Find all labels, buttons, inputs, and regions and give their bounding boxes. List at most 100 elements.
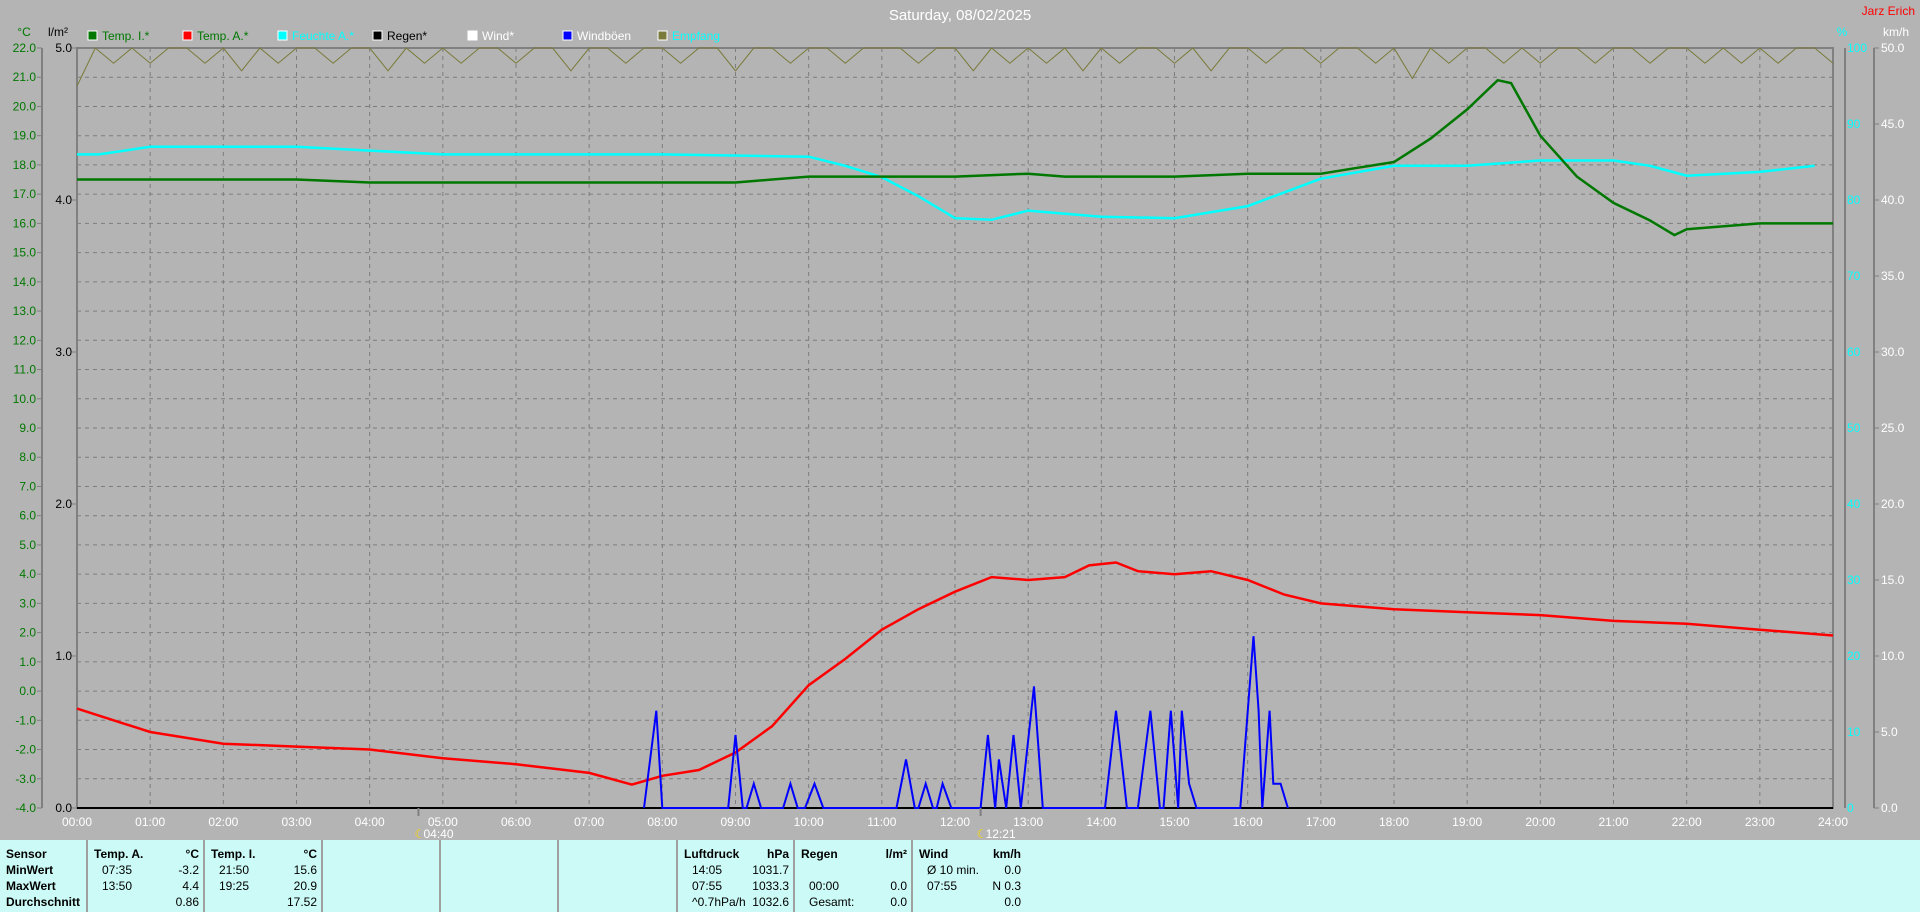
value-cell: 20.9	[293, 879, 317, 893]
rain-tick-label: 2.0	[55, 497, 72, 511]
rain-axis-label: l/m²	[48, 25, 68, 39]
legend-label: Temp. I.*	[102, 29, 150, 43]
temp-tick-label: 20.0	[13, 99, 37, 113]
author-label: Jarz Erich	[1862, 4, 1915, 18]
legend-swatch	[372, 30, 383, 41]
time-cell	[211, 894, 287, 910]
col-wind: Wind km/h Ø 10 min. 0.0 07:55 N 0.3 0.0	[913, 840, 1025, 912]
wind-tick-label: 15.0	[1881, 573, 1905, 587]
table-row: Ø 10 min. 0.0	[919, 862, 1021, 878]
wind-tick-label: 10.0	[1881, 649, 1905, 663]
legend-swatch	[87, 30, 98, 41]
time-cell: 13:50	[102, 879, 133, 893]
legend-item: Regen*	[372, 29, 427, 43]
empty-col	[559, 840, 678, 912]
temp-tick-label: 2.0	[19, 626, 36, 640]
temp-tick-label: -2.0	[15, 743, 36, 757]
table-row: 0.86	[94, 894, 199, 910]
table-row: 21:50 15.6	[211, 862, 317, 878]
temp-tick-label: 17.0	[13, 187, 37, 201]
col-pressure: Luftdruck hPa 14:05 1031.7 07:55 1033.3 ^0.7hP…	[678, 840, 795, 912]
rain-tick-label: 5.0	[55, 41, 72, 55]
x-tick-label: 08:00	[647, 815, 677, 829]
temp-tick-label: 22.0	[13, 41, 37, 55]
col-header: Temp. I. °C	[211, 847, 317, 861]
weather-chart: Saturday, 08/02/2025 Jarz Erich 22.0 21.0…	[13, 4, 1915, 840]
col-sensor: Sensor MinWert MaxWert Durchschnitt	[0, 840, 88, 912]
x-tick-label: 09:00	[720, 815, 750, 829]
legend-item: Feuchte A.*	[277, 29, 354, 43]
time-cell: Ø 10 min.	[927, 863, 980, 877]
temp-tick-label: 12.0	[13, 333, 37, 347]
table-row: 19:25 20.9	[211, 878, 317, 894]
time-cell: 14:05	[692, 863, 723, 877]
x-tick-label: 22:00	[1672, 815, 1702, 829]
x-tick-label: 04:00	[355, 815, 385, 829]
x-tick-label: 14:00	[1086, 815, 1116, 829]
time-cell	[919, 894, 1004, 910]
temp-tick-label: 5.0	[19, 538, 36, 552]
time-cell	[801, 862, 907, 878]
temp-tick-label: 10.0	[13, 392, 37, 406]
x-tick-label: 00:00	[62, 815, 92, 829]
humidity-tick-label: 40	[1847, 497, 1861, 511]
wind-tick-label: 40.0	[1881, 193, 1905, 207]
humidity-tick-label: 10	[1847, 725, 1861, 739]
legend-item: Temp. A.*	[182, 29, 249, 43]
wind-tick-label: 35.0	[1881, 269, 1905, 283]
table-row: 07:35 -3.2	[94, 862, 199, 878]
col-temp-a: Temp. A. °C 07:35 -3.2 13:50 4.4 0.86	[88, 840, 205, 912]
wind-axis-label: km/h	[1883, 25, 1909, 39]
wind-tick-label: 0.0	[1881, 801, 1898, 815]
time-cell: ^0.7hPa/h	[692, 895, 746, 909]
value-cell: 4.4	[182, 879, 199, 893]
chart-title: Saturday, 08/02/2025	[889, 7, 1031, 24]
table-row: 07:55 N 0.3	[919, 878, 1021, 894]
empty-col	[441, 840, 559, 912]
legend-swatch	[182, 30, 193, 41]
x-tick-label: 13:00	[1013, 815, 1043, 829]
time-cell: 07:55	[927, 879, 958, 893]
col-header: Wind km/h	[919, 847, 1021, 861]
x-tick-label: 01:00	[135, 815, 165, 829]
legend-swatch	[657, 30, 668, 41]
humidity-tick-label: 30	[1847, 573, 1861, 587]
table-row: 0.0	[919, 894, 1021, 910]
temp-tick-label: 13.0	[13, 304, 37, 318]
table-row	[801, 862, 907, 878]
legend-label: Regen*	[387, 29, 427, 43]
humidity-tick-label: 90	[1847, 117, 1861, 131]
x-tick-label: 07:00	[574, 815, 604, 829]
rain-tick-label: 1.0	[55, 649, 72, 663]
x-tick-label: 12:00	[940, 815, 970, 829]
time-cell: 00:00	[809, 879, 840, 893]
temp-tick-label: 21.0	[13, 70, 37, 84]
series-feuchte-a	[77, 145, 1815, 222]
x-tick-label: 21:00	[1598, 815, 1628, 829]
time-cell: 21:50	[219, 863, 250, 877]
rain-tick-label: 0.0	[55, 801, 72, 815]
table-row: 00:00 0.0	[801, 878, 907, 894]
legend-label: Empfang	[672, 29, 720, 43]
rain-tick-label: 4.0	[55, 193, 72, 207]
temp-tick-label: -1.0	[15, 713, 36, 727]
temp-tick-label: -4.0	[15, 801, 36, 815]
legend-swatch	[467, 30, 478, 41]
time-cell: Gesamt:	[809, 895, 855, 909]
humidity-tick-label: 20	[1847, 649, 1861, 663]
humidity-axis-label: %	[1837, 25, 1848, 39]
value-cell: 1033.3	[752, 879, 789, 893]
x-tick-label: 24:00	[1818, 815, 1848, 829]
legend-swatch	[277, 30, 288, 41]
value-cell: 0.0	[890, 879, 907, 893]
col-temp-i: Temp. I. °C 21:50 15.6 19:25 20.9 17.52	[205, 840, 323, 912]
value-cell: 1031.7	[752, 863, 789, 877]
temp-tick-label: -3.0	[15, 772, 36, 786]
legend-item: Windböen	[562, 29, 631, 43]
col-header: Luftdruck hPa	[684, 847, 789, 861]
col-rain: Regen l/m² 00:00 0.0 Gesamt: 0.0	[795, 840, 913, 912]
wind-tick-label: 25.0	[1881, 421, 1905, 435]
value-cell: 1032.6	[752, 895, 789, 909]
temp-tick-label: 14.0	[13, 275, 37, 289]
wind-tick-label: 5.0	[1881, 725, 1898, 739]
